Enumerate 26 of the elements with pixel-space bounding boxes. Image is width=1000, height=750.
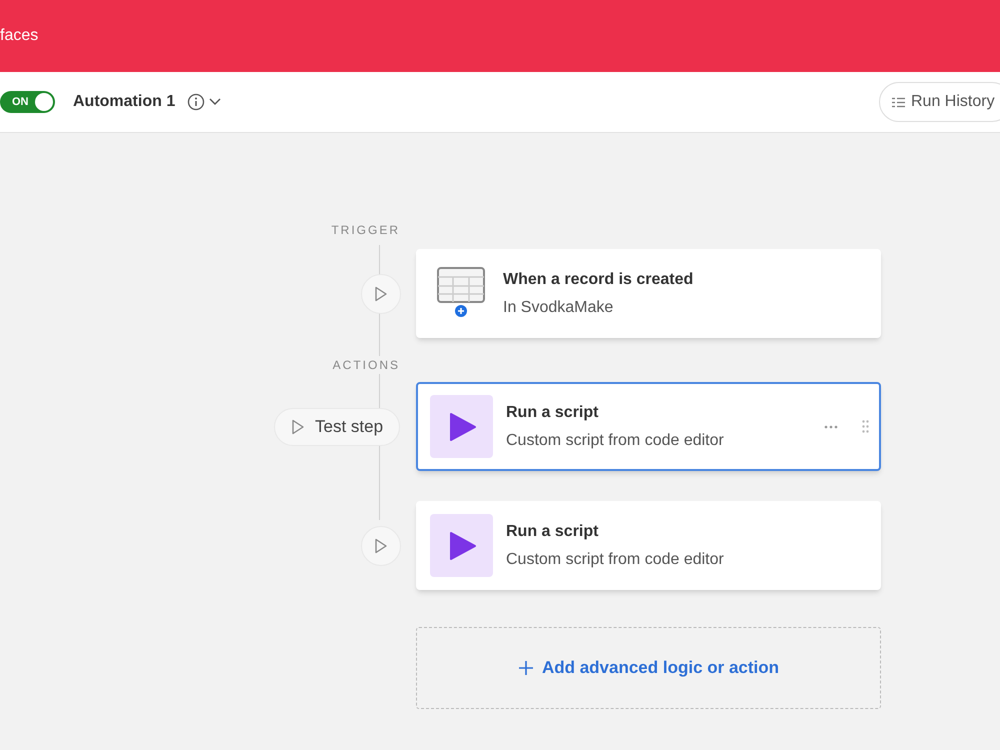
more-icon[interactable]	[824, 424, 838, 428]
on-toggle[interactable]: ON	[0, 91, 55, 113]
automation-name[interactable]: Automation 1	[73, 90, 176, 114]
step-card[interactable]: Run a script Custom script from code editor	[416, 501, 881, 590]
drag-handle-icon[interactable]	[862, 420, 869, 433]
play-icon	[291, 418, 305, 434]
run-history-button[interactable]: Run History	[879, 82, 1000, 122]
test-step-icon[interactable]	[361, 274, 401, 314]
step-card[interactable]: When a record is created In SvodkaMake	[416, 249, 881, 338]
script-play-icon	[430, 395, 493, 458]
step-title: Run a script	[506, 522, 600, 542]
step-title: Run a script	[506, 402, 600, 422]
add-action-button[interactable]: Add advanced logic or action	[416, 627, 881, 709]
step-subtitle: In SvodkaMake	[503, 298, 614, 318]
list-icon	[892, 96, 905, 108]
header-title[interactable]: faces	[0, 24, 38, 48]
info-icon[interactable]	[187, 93, 206, 111]
step-subtitle: Custom script from code editor	[506, 550, 724, 570]
script-play-icon	[430, 514, 493, 577]
chevron-down-icon[interactable]	[209, 98, 222, 106]
test-step-icon[interactable]	[361, 526, 401, 566]
step-title: When a record is created	[503, 270, 694, 290]
plus-icon	[518, 660, 534, 676]
test-step-button[interactable]: Test step	[274, 408, 400, 446]
step-card[interactable]: Run a script Custom script from code editor	[416, 382, 881, 471]
step-subtitle: Custom script from code editor	[506, 430, 724, 450]
